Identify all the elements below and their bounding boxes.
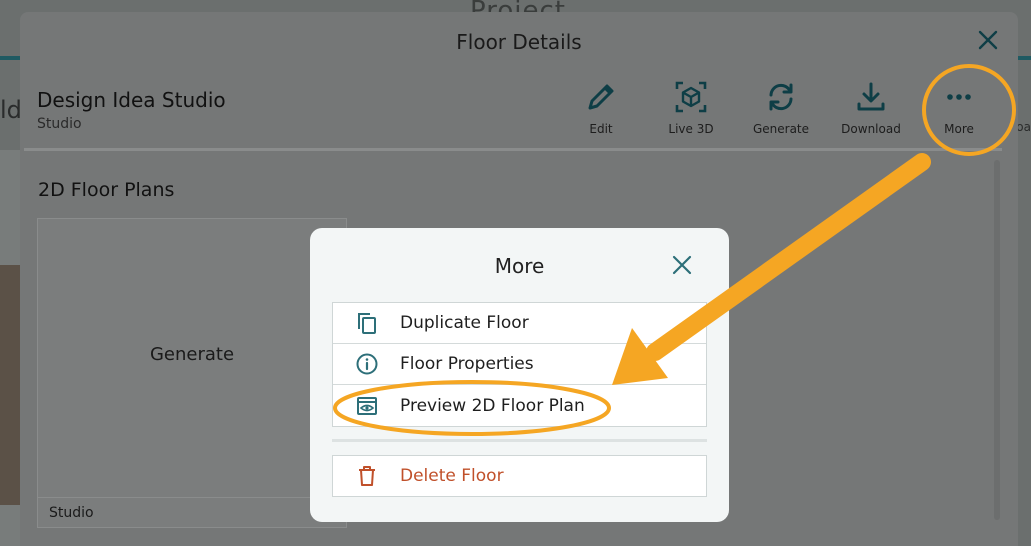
dialog-scrollbar[interactable] <box>994 160 1000 520</box>
info-icon <box>356 353 378 375</box>
preview-2d-floor-plan-item[interactable]: Preview 2D Floor Plan <box>333 385 706 426</box>
edit-label: Edit <box>589 122 613 136</box>
sync-icon <box>769 83 793 111</box>
floor-plan-card-footer: Studio <box>38 497 346 527</box>
live-3d-button[interactable]: Live 3D <box>646 80 736 136</box>
download-label: Download <box>841 122 901 136</box>
modal-title: More <box>494 254 545 278</box>
preview-eye-icon <box>357 396 377 415</box>
background-left-text: ld <box>0 96 22 124</box>
delete-floor-item[interactable]: Delete Floor <box>332 455 707 497</box>
menu-separator <box>332 439 707 442</box>
duplicate-floor-label: Duplicate Floor <box>400 313 529 333</box>
copy-icon <box>358 313 376 334</box>
generate-label: Generate <box>752 122 810 136</box>
more-label: More <box>944 122 974 136</box>
floor-toolbar: Edit Live 3D Generate Download More <box>556 80 1002 136</box>
dialog-header: Floor Details <box>20 12 1018 72</box>
download-button[interactable]: Download <box>826 80 916 136</box>
more-modal: More Duplicate Floor Floor Properties Pr… <box>310 228 729 522</box>
pencil-icon <box>588 84 614 110</box>
dialog-title: Floor Details <box>456 30 582 54</box>
floor-properties-item[interactable]: Floor Properties <box>333 344 706 385</box>
generate-floor-plan-link[interactable]: Generate <box>38 344 346 365</box>
floor-properties-label: Floor Properties <box>400 354 534 374</box>
project-name: Design Idea Studio <box>37 88 226 112</box>
more-dots-icon <box>947 94 971 100</box>
more-button[interactable]: More <box>916 80 1002 136</box>
duplicate-floor-item[interactable]: Duplicate Floor <box>333 303 706 344</box>
delete-floor-label: Delete Floor <box>400 466 504 486</box>
close-icon[interactable] <box>671 254 693 276</box>
generate-button[interactable]: Generate <box>736 80 826 136</box>
edit-button[interactable]: Edit <box>556 80 646 136</box>
trash-icon <box>359 466 375 486</box>
cube-scan-icon <box>675 81 707 113</box>
preview-2d-floor-plan-label: Preview 2D Floor Plan <box>400 395 585 416</box>
more-menu-list: Duplicate Floor Floor Properties Preview… <box>332 302 707 427</box>
live-3d-label: Live 3D <box>668 122 714 136</box>
background-photo <box>0 265 20 505</box>
section-title: 2D Floor Plans <box>38 179 175 201</box>
floor-plan-card: Generate Studio <box>37 218 347 528</box>
project-type: Studio <box>37 116 82 132</box>
header-divider <box>24 148 1002 151</box>
background-right-text: oa <box>1016 120 1031 134</box>
close-icon[interactable] <box>976 28 1000 52</box>
download-icon <box>857 82 885 111</box>
